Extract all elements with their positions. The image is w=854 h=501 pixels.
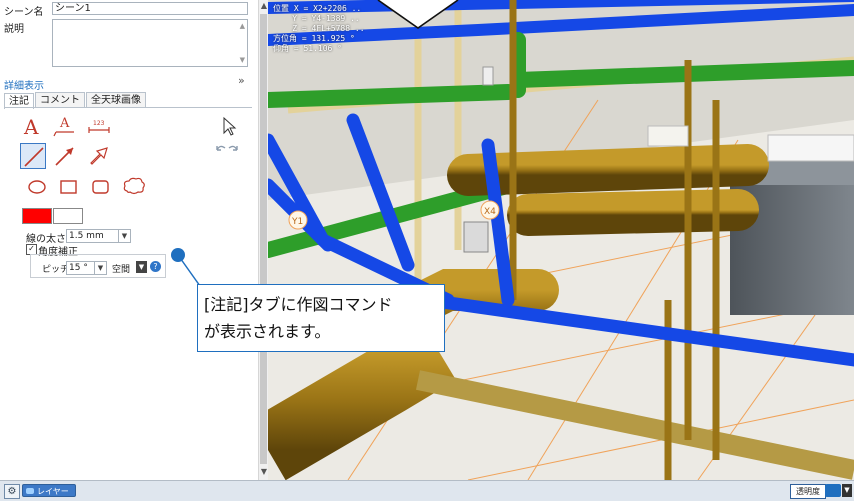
transparency-slider[interactable] — [825, 484, 841, 497]
settings-gear-icon[interactable]: ⚙ — [4, 484, 20, 499]
callout-marker — [171, 248, 185, 262]
scene-name-field[interactable]: シーン1 — [52, 2, 248, 15]
chevron-up-icon: ▲ — [239, 22, 245, 30]
description-field[interactable]: ▲ ▼ — [52, 19, 248, 67]
tab-panorama[interactable]: 全天球画像 — [86, 92, 146, 108]
transparency-label: 透明度 — [790, 484, 826, 499]
description-label: 説明 — [4, 24, 24, 35]
fill-color-swatch[interactable] — [53, 208, 83, 224]
detail-toggle-link[interactable]: 詳細表示 — [4, 77, 44, 92]
line-color-swatch[interactable] — [22, 208, 52, 224]
chevron-down-icon: ▼ — [118, 230, 130, 242]
annotation-tabs: 注記 コメント 全天球画像 — [4, 92, 147, 109]
hud-line: 仰角 = 51.106 ° — [273, 44, 342, 53]
svg-text:123: 123 — [93, 120, 105, 127]
scroll-thumb[interactable] — [260, 14, 267, 464]
rectangle-tool-icon[interactable] — [56, 174, 82, 200]
position-readout: 位置 X = X2+2206 .. Y = Y4-1389 .. Z = 4FL… — [273, 4, 365, 54]
pointer-icon[interactable] — [216, 113, 242, 139]
undo-redo-icon[interactable] — [212, 140, 238, 166]
layer-icon — [26, 488, 34, 494]
line-tool-icon[interactable] — [20, 143, 46, 169]
ellipse-tool-icon[interactable] — [24, 174, 50, 200]
pitch-value: 15 ° — [69, 263, 88, 273]
dimension-tool-icon[interactable]: 123 — [86, 113, 112, 139]
pipe-scene: Y1 X4 — [268, 0, 854, 480]
rounded-rect-tool-icon[interactable] — [88, 174, 114, 200]
pitch-select[interactable]: 15 ° ▼ — [66, 261, 107, 275]
space-dropdown-icon[interactable]: ▼ — [136, 261, 147, 273]
chevron-down-icon: ▼ — [94, 262, 106, 274]
text-tool-icon[interactable]: A — [20, 113, 46, 139]
status-bar: ⚙ レイヤー 透明度 ▼ — [0, 480, 854, 501]
space-label: 空間 — [112, 265, 131, 275]
arrow-tool-icon[interactable] — [52, 143, 78, 169]
grid-label-x4: X4 — [484, 207, 496, 217]
line-width-select[interactable]: 1.5 mm ▼ — [66, 229, 131, 243]
tab-comment[interactable]: コメント — [35, 92, 85, 108]
callout-line-2: が表示されます。 — [204, 322, 331, 341]
hud-line: Y = Y4-1389 .. — [273, 14, 360, 23]
layer-button-label: レイヤー — [37, 487, 69, 496]
transparency-dropdown-icon[interactable]: ▼ — [842, 484, 852, 497]
leader-text-tool-icon[interactable]: A — [52, 113, 78, 139]
svg-text:A: A — [23, 115, 39, 139]
tab-divider — [4, 107, 252, 108]
cloud-tool-icon[interactable] — [120, 173, 146, 199]
annotation-panel: シーン名 シーン1 説明 ▲ ▼ 詳細表示 » 注記 コメント 全天球画像 A A … — [0, 0, 259, 480]
callout-box: [注記]タブに作図コマンド が表示されます。 — [197, 284, 445, 352]
hud-line: 方位角 = 131.925 ° — [273, 34, 355, 43]
callout-line-1: [注記]タブに作図コマンド — [204, 295, 393, 314]
layer-button[interactable]: レイヤー — [22, 484, 76, 497]
collapse-chevron-icon[interactable]: » — [238, 74, 245, 87]
chevron-down-icon: ▼ — [239, 56, 245, 64]
svg-text:A: A — [59, 116, 70, 131]
hollow-arrow-tool-icon[interactable] — [86, 143, 112, 169]
help-icon[interactable]: ? — [150, 261, 161, 272]
grid-label-y1: Y1 — [291, 217, 303, 227]
3d-viewport[interactable]: Y1 X4 位置 X = X2+2206 .. Y = Y4-1389 .. Z… — [268, 0, 854, 480]
hud-line: 位置 X = X2+2206 .. — [273, 4, 362, 13]
line-width-value: 1.5 mm — [69, 231, 104, 241]
hud-line: Z = 4FL+5788 .. — [273, 24, 365, 33]
scene-name-label: シーン名 — [4, 7, 44, 18]
pitch-label: ピッチ — [42, 265, 70, 275]
